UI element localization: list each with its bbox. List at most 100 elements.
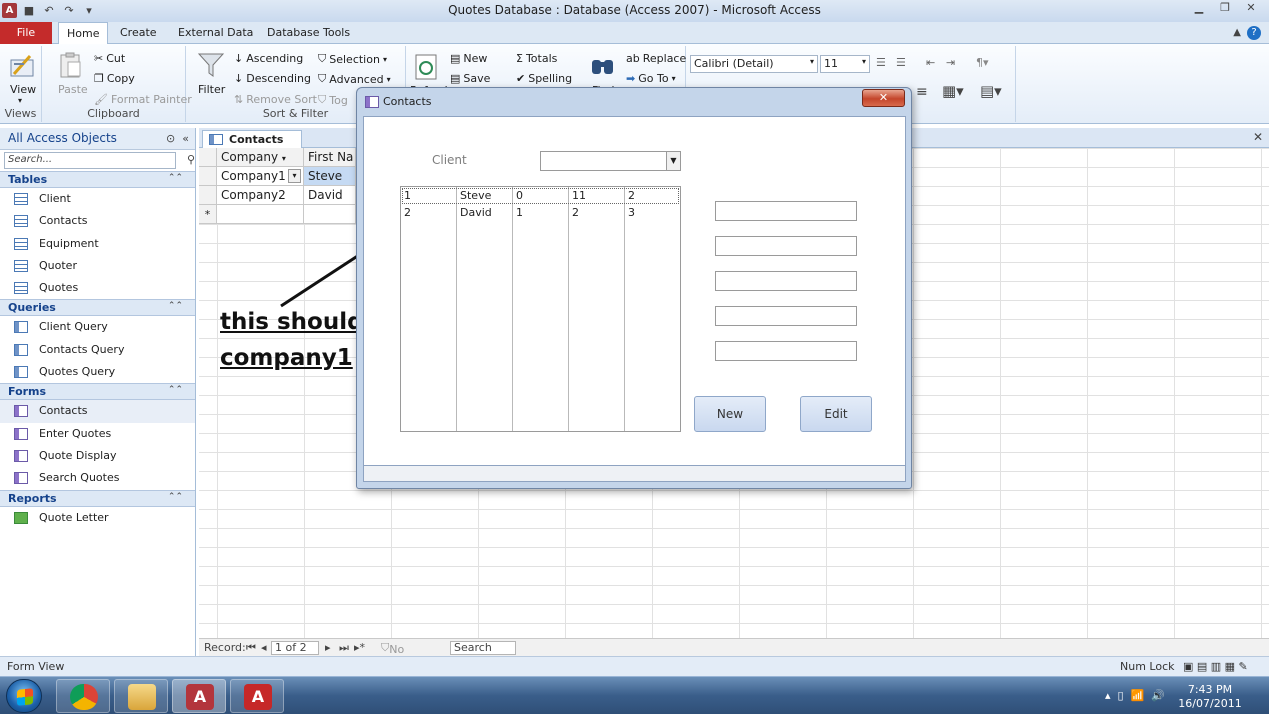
filter-button[interactable]: Filter [198, 83, 225, 96]
collapse-icon[interactable]: ⌃⌃ [168, 385, 183, 395]
paste-icon[interactable] [56, 50, 86, 80]
selection-button[interactable]: ⛉ Selection ▾ [318, 52, 387, 66]
tab-file[interactable]: File [0, 22, 52, 44]
nav-item-form-search-quotes[interactable]: Search Quotes [0, 467, 195, 489]
list-item[interactable]: 11 [570, 188, 586, 204]
row-selector[interactable] [199, 186, 217, 205]
view-icon[interactable] [8, 50, 38, 80]
nav-item-table-quotes[interactable]: Quotes [0, 277, 195, 299]
next-record-icon[interactable]: ▸ [325, 641, 331, 654]
alternate-row-color-icon[interactable]: ▤▾ [980, 82, 1002, 100]
totals-button[interactable]: Σ Totals [516, 52, 557, 65]
column-header-company[interactable]: Company ▾ [217, 148, 304, 167]
record-search-input[interactable]: Search [450, 641, 516, 655]
contact-field-2[interactable] [715, 236, 857, 256]
collapse-icon[interactable]: ⌃⌃ [168, 173, 183, 183]
nav-section-queries[interactable]: Queries ⌃⌃ [0, 299, 195, 317]
dialog-close-button[interactable]: ✕ [862, 89, 905, 107]
table-cell-company[interactable]: Company1 ▾ [217, 167, 304, 186]
first-record-icon[interactable]: ⏮ [246, 641, 256, 655]
start-button[interactable] [6, 679, 42, 713]
font-size-dropdown[interactable]: 11 ▾ [820, 55, 870, 73]
goto-button[interactable]: ➡ Go To ▾ [626, 72, 676, 85]
new-record-nav-icon[interactable]: ▸* [354, 641, 365, 654]
access-taskbar-button[interactable]: A [172, 679, 226, 713]
nav-item-report-quote-letter[interactable]: Quote Letter [0, 507, 195, 529]
tray-icons[interactable]: ▴ ▯ 📶 🔊 [1105, 689, 1165, 702]
column-header-first-name[interactable]: First Na [304, 148, 356, 167]
client-combobox[interactable]: ▼ [540, 151, 681, 171]
chrome-taskbar-button[interactable] [56, 679, 110, 713]
collapse-icon[interactable]: ⌃⌃ [168, 301, 183, 311]
minimize-ribbon-icon[interactable]: ▲ [1233, 27, 1241, 38]
chevron-down-icon[interactable]: ▾ [282, 154, 286, 163]
list-item[interactable]: 2 [626, 188, 635, 204]
ascending-button[interactable]: ↓ Ascending [234, 52, 303, 65]
row-selector[interactable] [199, 167, 217, 186]
help-icon[interactable]: ? [1247, 26, 1261, 40]
nav-item-table-contacts[interactable]: Contacts [0, 210, 195, 232]
list-item[interactable]: 1 [402, 188, 411, 204]
nav-item-form-enter-quotes[interactable]: Enter Quotes [0, 423, 195, 445]
nav-search-input[interactable]: Search... ⚲ [4, 152, 195, 169]
chevron-down-icon[interactable]: ▾ [288, 169, 301, 183]
align-icon[interactable]: ≡ [916, 84, 928, 100]
nav-pane-header[interactable]: All Access Objects ⊙ « [0, 128, 195, 150]
current-record-field[interactable]: 1 of 2 [271, 641, 319, 655]
tab-home[interactable]: Home [58, 22, 109, 44]
no-filter-button[interactable]: ⛉ No Filter [381, 641, 417, 669]
nav-pane-controls[interactable]: ⊙ « [166, 132, 189, 145]
new-record-button[interactable]: ▤ New [450, 52, 487, 65]
numbering-icon[interactable]: ☰ [896, 56, 906, 69]
contact-field-3[interactable] [715, 271, 857, 291]
last-record-icon[interactable]: ⏭ [339, 641, 349, 655]
nav-item-query-quotes[interactable]: Quotes Query [0, 361, 195, 383]
nav-item-query-client[interactable]: Client Query [0, 316, 195, 338]
format-painter-button[interactable]: 🖌 Format Painter [94, 93, 192, 106]
contact-field-1[interactable] [715, 201, 857, 221]
gridlines-icon[interactable]: ▦▾ [942, 82, 964, 100]
contacts-listbox[interactable]: 1 Steve 0 11 2 2 David 1 2 3 [400, 186, 681, 432]
refresh-icon[interactable] [412, 52, 442, 82]
explorer-taskbar-button[interactable] [114, 679, 168, 713]
list-item[interactable]: 2 [402, 205, 411, 221]
tab-external-data[interactable]: External Data [170, 22, 261, 44]
increase-indent-icon[interactable]: ⇥ [946, 56, 955, 69]
cut-button[interactable]: ✂ Cut [94, 52, 125, 65]
nav-section-reports[interactable]: Reports ⌃⌃ [0, 489, 195, 507]
copy-button[interactable]: ❐ Copy [94, 72, 135, 85]
advanced-button[interactable]: ⛉ Advanced ▾ [318, 72, 391, 86]
table-cell-company[interactable]: Company2 [217, 186, 304, 205]
close-document-icon[interactable]: ✕ [1253, 130, 1263, 144]
list-item[interactable]: David [458, 205, 492, 221]
contact-field-5[interactable] [715, 341, 857, 361]
font-name-dropdown[interactable]: Calibri (Detail) ▾ [690, 55, 818, 73]
minimize-button[interactable]: ▁ [1187, 0, 1211, 16]
new-button[interactable]: New [694, 396, 766, 432]
spelling-button[interactable]: ✔ Spelling [516, 72, 572, 85]
nav-section-tables[interactable]: Tables ⌃⌃ [0, 171, 195, 188]
search-icon[interactable]: ⚲ [187, 153, 195, 166]
list-item[interactable]: Steve [458, 188, 491, 204]
table-cell-first-name[interactable]: David [304, 186, 356, 205]
save-record-button[interactable]: ▤ Save [450, 72, 490, 85]
chevron-down-icon[interactable]: ▼ [666, 152, 680, 170]
view-dropdown-icon[interactable]: ▾ [18, 96, 22, 105]
remove-sort-button[interactable]: ⇅ Remove Sort [234, 93, 317, 106]
list-item[interactable]: 2 [570, 205, 579, 221]
contact-field-4[interactable] [715, 306, 857, 326]
nav-item-form-contacts[interactable]: Contacts [0, 400, 195, 423]
binoculars-icon[interactable] [588, 52, 618, 82]
toggle-filter-button[interactable]: ⛉ Tog [318, 93, 348, 107]
nav-item-query-contacts[interactable]: Contacts Query [0, 339, 195, 361]
descending-button[interactable]: ↓ Descending [234, 72, 311, 85]
table-cell-first-name[interactable]: Steve [304, 167, 356, 186]
clock[interactable]: 7:43 PM 16/07/2011 [1175, 683, 1245, 711]
list-item[interactable]: 1 [514, 205, 523, 221]
tab-database-tools[interactable]: Database Tools [259, 22, 358, 44]
avira-taskbar-button[interactable]: A [230, 679, 284, 713]
new-record-row-marker[interactable]: * [199, 205, 217, 224]
view-button[interactable]: View [10, 83, 36, 96]
tab-create[interactable]: Create [112, 22, 165, 44]
nav-item-table-quoter[interactable]: Quoter [0, 255, 195, 277]
